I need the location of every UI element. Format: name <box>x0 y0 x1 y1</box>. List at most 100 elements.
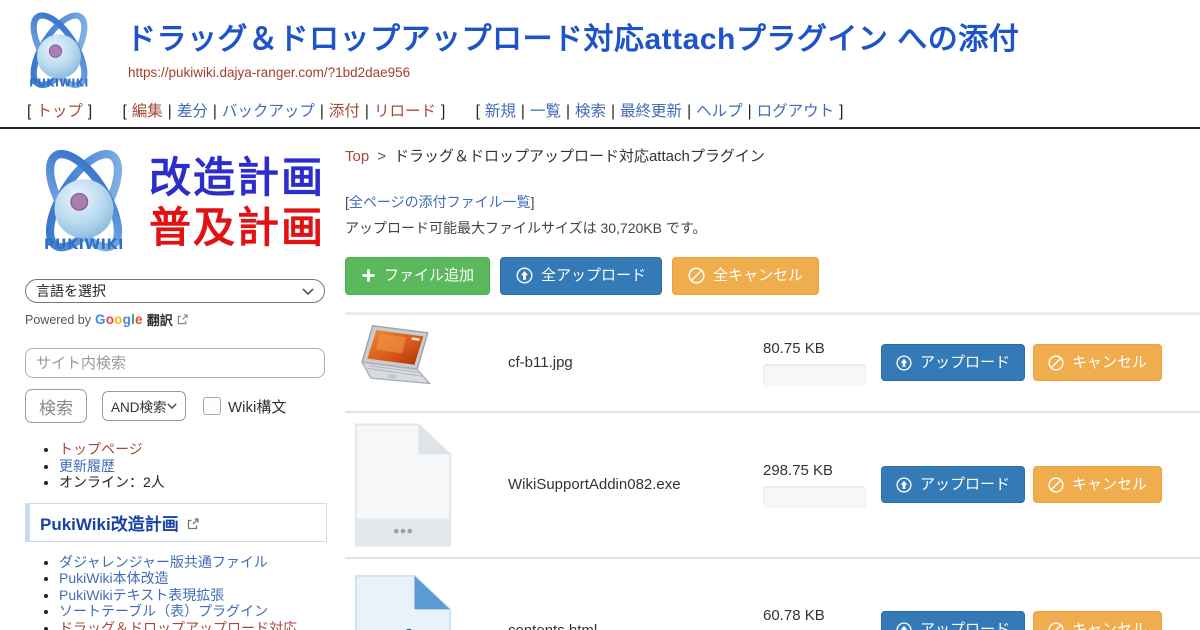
file-thumbnail: </> <box>353 573 453 630</box>
sidebar-quick-links: トップページ 更新履歴 オンライン：2人 <box>25 441 330 491</box>
chevron-down-icon <box>167 403 177 409</box>
file-row: cf-b11.jpg 80.75 KB アップロード <box>345 315 1200 413</box>
file-actions: アップロード キャンセル <box>881 611 1162 630</box>
file-row: </> contents.html 60.78 KB アップロード <box>345 559 1200 630</box>
cancel-all-button[interactable]: 全キャンセル <box>672 257 819 295</box>
plus-icon <box>361 268 376 283</box>
cancel-circle-icon <box>1048 477 1064 493</box>
all-pages-attach-list-link[interactable]: 全ページの添付ファイル一覧 <box>349 194 531 210</box>
file-meta: 60.78 KB <box>763 607 866 630</box>
upload-button[interactable]: アップロード <box>881 466 1025 504</box>
pukiwiki-kaizou-link[interactable]: PukiWiki改造計画 <box>40 515 179 534</box>
site-search-input[interactable] <box>25 348 325 378</box>
cancel-button[interactable]: キャンセル <box>1033 466 1162 504</box>
attach-list-line: [全ページの添付ファイル一覧] <box>345 192 1200 212</box>
svg-text:PUKIWIKI: PUKIWIKI <box>44 237 124 253</box>
sidebar-item-core-mod[interactable]: PukiWiki本体改造 <box>59 570 169 586</box>
list-item: 更新履歴 <box>59 458 330 475</box>
laptop-photo-thumbnail <box>353 323 451 403</box>
svg-text:</>: </> <box>363 620 439 630</box>
breadcrumb: Top>ドラッグ＆ドロップアップロード対応attachプラグイン <box>345 145 1200 166</box>
page-url-link[interactable]: https://pukiwiki.dajya-ranger.com/?1bd2d… <box>128 65 410 80</box>
max-filesize-note: アップロード可能最大ファイルサイズは 30,720KB です。 <box>345 218 1200 238</box>
nav-item-list[interactable]: 一覧 <box>530 103 561 120</box>
sidebar-item-recent-changes[interactable]: 更新履歴 <box>59 458 115 474</box>
upload-circle-icon <box>896 477 912 493</box>
nav-item-search[interactable]: 検索 <box>575 103 606 120</box>
google-translate-attribution: Powered by Google 翻訳 <box>25 310 330 329</box>
nav-group-page: [編集|差分|バックアップ|添付|リロード] <box>117 103 450 120</box>
nav-item-new[interactable]: 新規 <box>485 103 516 120</box>
html-code-file-icon: </> <box>353 573 453 630</box>
chevron-down-icon <box>302 288 314 295</box>
add-files-button[interactable]: ファイル追加 <box>345 257 490 295</box>
sidebar-logo-banner[interactable]: PUKIWIKI 改造計画 普及計画 <box>25 143 330 263</box>
wiki-syntax-label: Wiki構文 <box>228 396 286 417</box>
upload-circle-icon <box>896 355 912 371</box>
sidebar-item-common-files[interactable]: ダジャレンジャー版共通ファイル <box>59 554 268 570</box>
nav-item-edit[interactable]: 編集 <box>132 103 163 120</box>
search-button[interactable]: 検索 <box>25 389 87 423</box>
nav-item-recent[interactable]: 最終更新 <box>620 103 682 120</box>
list-item: ドラッグ＆ドロップアップロード対応attachプラグイン <box>59 620 330 630</box>
sidebar-logo-text: 改造計画 普及計画 <box>149 153 325 254</box>
language-select[interactable]: 言語を選択 <box>25 279 325 303</box>
file-size: 60.78 KB <box>763 607 866 624</box>
nav-item-attach[interactable]: 添付 <box>329 103 360 120</box>
cancel-button[interactable]: キャンセル <box>1033 611 1162 630</box>
file-size: 298.75 KB <box>763 462 866 479</box>
online-users-count: オンライン：2人 <box>59 474 165 490</box>
nav-group-site: [新規|一覧|検索|最終更新|ヘルプ|ログアウト] <box>471 103 849 120</box>
svg-text:PUKIWIKI: PUKIWIKI <box>29 77 89 89</box>
search-mode-select[interactable]: AND検索 <box>102 391 186 421</box>
main-content: Top>ドラッグ＆ドロップアップロード対応attachプラグイン [全ページの添… <box>330 129 1200 630</box>
external-link-icon <box>177 314 188 325</box>
nav-item-backup[interactable]: バックアップ <box>222 103 315 120</box>
sidebar-item-sort-table[interactable]: ソートテーブル（表）プラグイン <box>59 603 268 619</box>
nav-item-logout[interactable]: ログアウト <box>757 103 835 120</box>
upload-toolbar: ファイル追加 全アップロード 全キャンセル <box>345 257 1200 295</box>
upload-file-list: cf-b11.jpg 80.75 KB アップロード <box>345 312 1200 630</box>
file-size: 80.75 KB <box>763 340 866 357</box>
upload-button[interactable]: アップロード <box>881 344 1025 382</box>
file-row: WikiSupportAddin082.exe 298.75 KB アップロード <box>345 413 1200 559</box>
external-link-icon <box>187 518 199 530</box>
sidebar-section-heading: PukiWiki改造計画 <box>25 503 327 542</box>
cancel-button[interactable]: キャンセル <box>1033 344 1162 382</box>
list-item: PukiWikiテキスト表現拡張 <box>59 587 330 604</box>
translate-link[interactable]: 翻訳 <box>147 310 173 329</box>
nav-item-reload[interactable]: リロード <box>374 103 436 120</box>
nav-item-top[interactable]: トップ <box>36 103 83 120</box>
file-name: contents.html <box>508 622 763 630</box>
sidebar-plugin-links: ダジャレンジャー版共通ファイル PukiWiki本体改造 PukiWikiテキス… <box>25 554 330 630</box>
sidebar-item-toppage[interactable]: トップページ <box>59 441 143 457</box>
page-title: ドラッグ＆ドロップアップロード対応attachプラグイン への添付 <box>126 22 1019 58</box>
pukiwiki-atom-logo-icon[interactable]: PUKIWIKI <box>12 8 106 96</box>
upload-all-button[interactable]: 全アップロード <box>500 257 662 295</box>
file-meta: 298.75 KB <box>763 462 866 508</box>
site-header: PUKIWIKI ドラッグ＆ドロップアップロード対応attachプラグイン への… <box>0 0 1200 96</box>
sidebar-item-text-ext[interactable]: PukiWikiテキスト表現拡張 <box>59 587 224 603</box>
sidebar-item-dnd-attach[interactable]: ドラッグ＆ドロップアップロード対応attachプラグイン <box>59 620 297 630</box>
sidebar: PUKIWIKI 改造計画 普及計画 言語を選択 Powered by Goog… <box>0 129 330 630</box>
top-nav: [トップ] [編集|差分|バックアップ|添付|リロード] [新規|一覧|検索|最… <box>0 96 1200 129</box>
pukiwiki-atom-logo-icon: PUKIWIKI <box>25 143 143 263</box>
language-select-value: 言語を選択 <box>36 281 106 301</box>
breadcrumb-current: ドラッグ＆ドロップアップロード対応attachプラグイン <box>394 148 765 165</box>
generic-file-icon <box>353 421 453 549</box>
upload-circle-icon <box>516 267 533 284</box>
nav-item-help[interactable]: ヘルプ <box>696 103 743 120</box>
wiki-syntax-checkbox[interactable] <box>203 397 221 415</box>
upload-button[interactable]: アップロード <box>881 611 1025 630</box>
cancel-circle-icon <box>688 267 705 284</box>
list-item: ソートテーブル（表）プラグイン <box>59 603 330 620</box>
file-actions: アップロード キャンセル <box>881 344 1162 382</box>
file-name: WikiSupportAddin082.exe <box>508 476 763 493</box>
nav-group-top: [トップ] <box>22 103 97 120</box>
file-thumbnail <box>353 323 453 403</box>
nav-item-diff[interactable]: 差分 <box>177 103 208 120</box>
logo-line-fukyuu: 普及計画 <box>149 203 325 253</box>
list-item: オンライン：2人 <box>59 474 330 491</box>
breadcrumb-home-link[interactable]: Top <box>345 148 369 165</box>
file-name: cf-b11.jpg <box>508 354 763 371</box>
